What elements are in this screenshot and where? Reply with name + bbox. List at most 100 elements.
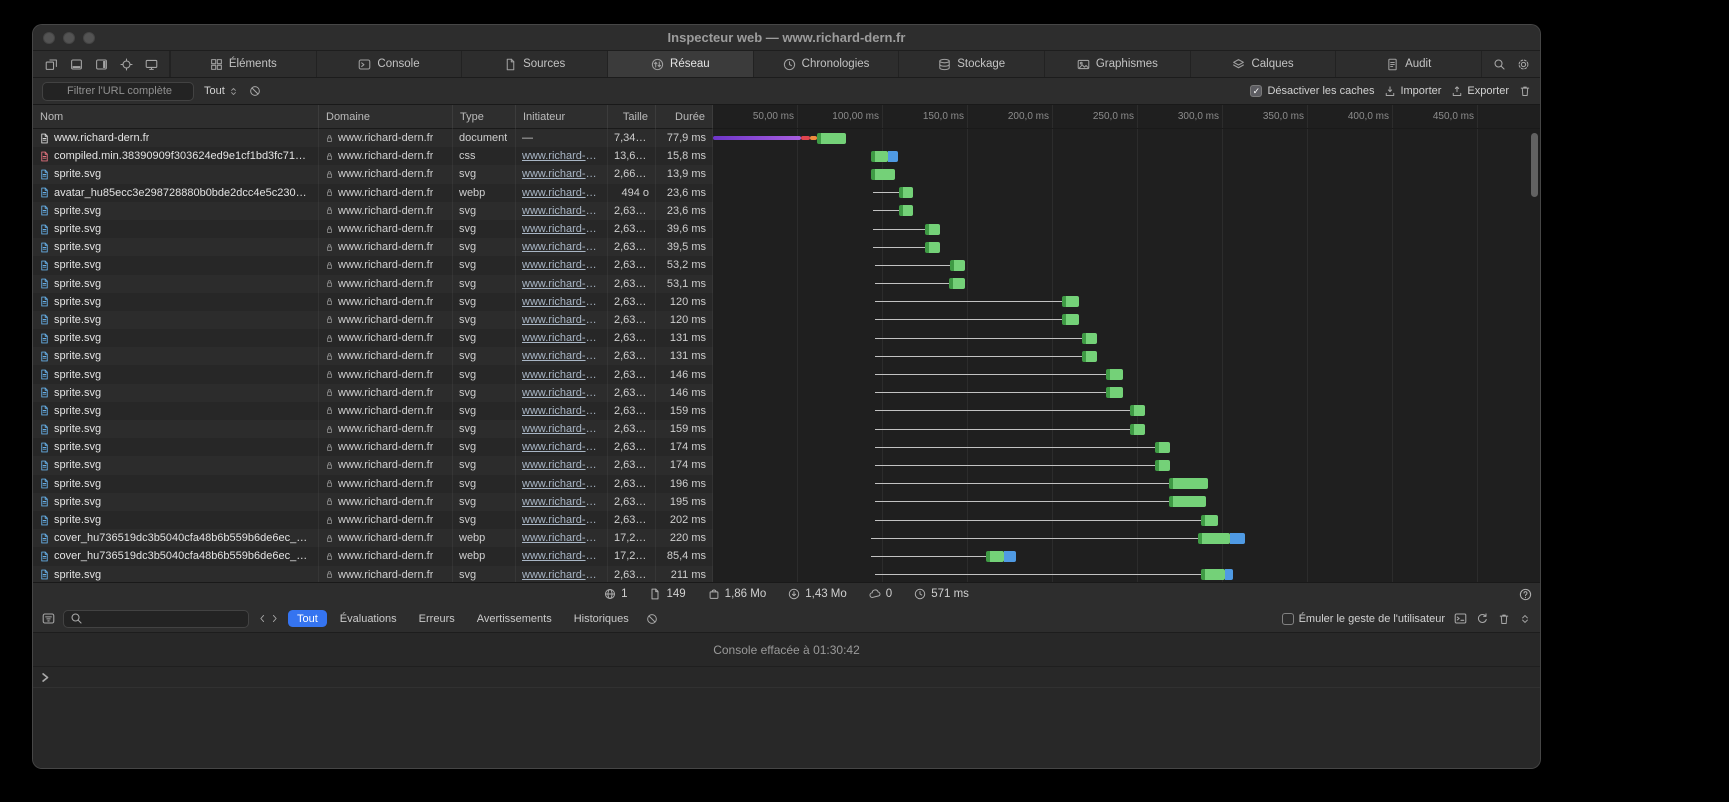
initiator-link[interactable]: www.richard-d… — [522, 423, 601, 435]
table-row[interactable]: sprite.svgwww.richard-dern.frsvgwww.rich… — [33, 311, 1540, 329]
initiator-link[interactable]: www.richard-d… — [522, 278, 601, 290]
console-search-field[interactable] — [63, 610, 249, 628]
tab-reseau[interactable]: Réseau — [607, 51, 753, 77]
initiator-link[interactable]: www.richard-d… — [522, 205, 601, 217]
initiator-link[interactable]: www.richard-d… — [522, 223, 601, 235]
tab-sources[interactable]: Sources — [461, 51, 607, 77]
console-clear-filter-icon[interactable] — [646, 613, 658, 625]
url-filter-input[interactable] — [65, 84, 187, 98]
initiator-link[interactable]: www.richard-d… — [522, 150, 601, 162]
tab-stockage[interactable]: Stockage — [898, 51, 1044, 77]
initiator-link[interactable]: www.richard-d… — [522, 369, 601, 381]
console-tab-tout[interactable]: Tout — [288, 610, 327, 627]
table-row[interactable]: sprite.svgwww.richard-dern.frsvgwww.rich… — [33, 384, 1540, 402]
console-search-input[interactable] — [88, 612, 242, 626]
column-header-nom[interactable]: Nom — [33, 105, 319, 129]
tab-console[interactable]: Console — [316, 51, 462, 77]
initiator-link[interactable]: www.richard-d… — [522, 168, 601, 180]
table-row[interactable]: cover_hu736519dc3b5040cfa48b6b559b6de6ec… — [33, 547, 1540, 565]
initiator-link[interactable]: www.richard-d… — [522, 496, 601, 508]
disable-caches-checkbox[interactable]: ✓ — [1250, 85, 1262, 97]
trash-icon[interactable] — [1519, 85, 1531, 97]
tab-elements[interactable]: Éléments — [170, 51, 316, 77]
column-header-type[interactable]: Type — [453, 105, 516, 129]
device-settings-icon[interactable] — [140, 54, 162, 74]
forward-icon[interactable] — [269, 613, 280, 624]
console-prompt-pane-icon[interactable] — [1454, 612, 1467, 625]
table-row[interactable]: sprite.svgwww.richard-dern.frsvgwww.rich… — [33, 256, 1540, 274]
initiator-link[interactable]: www.richard-d… — [522, 569, 601, 581]
tab-chronologies[interactable]: Chronologies — [753, 51, 899, 77]
initiator-link[interactable]: www.richard-d… — [522, 478, 601, 490]
table-row[interactable]: sprite.svgwww.richard-dern.frsvgwww.rich… — [33, 238, 1540, 256]
url-filter-field[interactable] — [42, 82, 194, 101]
initiator-link[interactable]: www.richard-d… — [522, 350, 601, 362]
table-row[interactable]: sprite.svgwww.richard-dern.frsvgwww.rich… — [33, 438, 1540, 456]
initiator-link[interactable]: www.richard-d… — [522, 332, 601, 344]
table-row[interactable]: sprite.svgwww.richard-dern.frsvgwww.rich… — [33, 456, 1540, 474]
table-row[interactable]: sprite.svgwww.richard-dern.frsvgwww.rich… — [33, 402, 1540, 420]
table-row[interactable]: sprite.svgwww.richard-dern.frsvgwww.rich… — [33, 220, 1540, 238]
table-row[interactable]: cover_hu736519dc3b5040cfa48b6b559b6de6ec… — [33, 529, 1540, 547]
table-row[interactable]: sprite.svgwww.richard-dern.frsvgwww.rich… — [33, 493, 1540, 511]
initiator-link[interactable]: www.richard-d… — [522, 187, 601, 199]
console-tab-historiques[interactable]: Historiques — [565, 610, 638, 627]
inspect-element-icon[interactable] — [115, 54, 137, 74]
table-row[interactable]: sprite.svgwww.richard-dern.frsvgwww.rich… — [33, 365, 1540, 383]
column-header-taille[interactable]: Taille — [608, 105, 656, 129]
disable-caches-option[interactable]: ✓ Désactiver les caches — [1250, 85, 1374, 97]
search-icon[interactable] — [1488, 54, 1510, 74]
emulate-gesture-checkbox[interactable] — [1282, 613, 1294, 625]
initiator-link[interactable]: www.richard-d… — [522, 514, 601, 526]
table-row[interactable]: compiled.min.38390909f303624ed9e1cf1bd3f… — [33, 147, 1540, 165]
emulate-gesture-option[interactable]: Émuler le geste de l'utilisateur — [1282, 613, 1445, 625]
back-icon[interactable] — [257, 613, 268, 624]
clear-network-items-icon[interactable] — [249, 85, 261, 97]
table-row[interactable]: sprite.svgwww.richard-dern.frsvgwww.rich… — [33, 165, 1540, 183]
table-row[interactable]: sprite.svgwww.richard-dern.frsvgwww.rich… — [33, 475, 1540, 493]
console-prompt-row[interactable] — [33, 667, 1540, 688]
column-header-initiateur[interactable]: Initiateur — [516, 105, 608, 129]
initiator-link[interactable]: www.richard-d… — [522, 550, 601, 562]
export-button[interactable]: Exporter — [1451, 85, 1509, 97]
table-row[interactable]: sprite.svgwww.richard-dern.frsvgwww.rich… — [33, 566, 1540, 583]
table-row[interactable]: sprite.svgwww.richard-dern.frsvgwww.rich… — [33, 293, 1540, 311]
initiator-link[interactable]: www.richard-d… — [522, 296, 601, 308]
table-row[interactable]: avatar_hu85ecc3e298728880b0bde2dcc4e5c23… — [33, 184, 1540, 202]
dock-side-icon[interactable] — [90, 54, 112, 74]
zoom-window-button[interactable] — [83, 32, 95, 44]
tab-calques[interactable]: Calques — [1190, 51, 1336, 77]
close-window-button[interactable] — [43, 32, 55, 44]
tab-audit[interactable]: Audit — [1335, 51, 1481, 77]
console-filter-icon[interactable] — [42, 612, 55, 625]
clear-console-trash-icon[interactable] — [1498, 613, 1510, 625]
reload-icon[interactable] — [1476, 612, 1489, 625]
table-row[interactable]: www.richard-dern.frwww.richard-dern.frdo… — [33, 129, 1540, 147]
import-button[interactable]: Importer — [1384, 85, 1441, 97]
minimize-window-button[interactable] — [63, 32, 75, 44]
console-tab-erreurs[interactable]: Erreurs — [410, 610, 464, 627]
column-header-domaine[interactable]: Domaine — [319, 105, 453, 129]
table-row[interactable]: sprite.svgwww.richard-dern.frsvgwww.rich… — [33, 202, 1540, 220]
tab-graphismes[interactable]: Graphismes — [1044, 51, 1190, 77]
table-row[interactable]: sprite.svgwww.richard-dern.frsvgwww.rich… — [33, 347, 1540, 365]
collapse-console-icon[interactable] — [1519, 613, 1531, 625]
initiator-link[interactable]: www.richard-d… — [522, 532, 601, 544]
console-tab-avertissements[interactable]: Avertissements — [468, 610, 561, 627]
help-icon[interactable] — [1519, 588, 1532, 601]
table-row[interactable]: sprite.svgwww.richard-dern.frsvgwww.rich… — [33, 420, 1540, 438]
table-row[interactable]: sprite.svgwww.richard-dern.frsvgwww.rich… — [33, 275, 1540, 293]
initiator-link[interactable]: www.richard-d… — [522, 459, 601, 471]
initiator-link[interactable]: www.richard-d… — [522, 259, 601, 271]
resource-type-filter[interactable]: Tout — [204, 85, 239, 97]
initiator-link[interactable]: www.richard-d… — [522, 441, 601, 453]
vertical-scrollbar[interactable] — [1531, 133, 1538, 197]
detach-window-icon[interactable] — [40, 54, 62, 74]
initiator-link[interactable]: www.richard-d… — [522, 314, 601, 326]
console-tab-evaluations[interactable]: Évaluations — [331, 610, 406, 627]
dock-bottom-icon[interactable] — [65, 54, 87, 74]
column-header-durée[interactable]: Durée — [656, 105, 713, 129]
initiator-link[interactable]: www.richard-d… — [522, 405, 601, 417]
gear-icon[interactable] — [1512, 54, 1534, 74]
table-row[interactable]: sprite.svgwww.richard-dern.frsvgwww.rich… — [33, 329, 1540, 347]
